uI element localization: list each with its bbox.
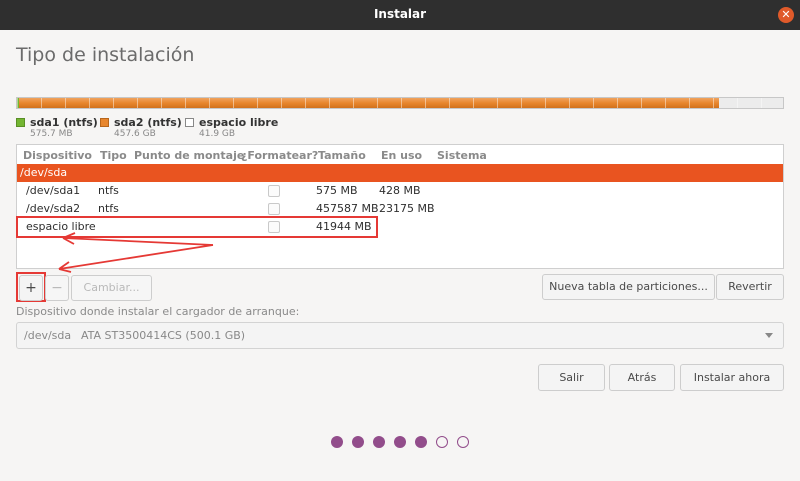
bootloader-device: /dev/sda (24, 329, 72, 342)
chevron-down-icon (765, 333, 773, 338)
arrow-to-add-button (58, 244, 214, 270)
progress-dot (373, 436, 385, 448)
quit-button[interactable]: Salir (538, 364, 605, 391)
back-button[interactable]: Atrás (609, 364, 675, 391)
remove-partition-button[interactable]: − (45, 275, 69, 301)
progress-dot (331, 436, 343, 448)
bootloader-label: Dispositivo donde instalar el cargador d… (16, 305, 300, 318)
arrow-to-free-space (62, 237, 214, 246)
bootloader-model: ATA ST3500414CS (500.1 GB) (81, 329, 246, 342)
install-now-button[interactable]: Instalar ahora (680, 364, 784, 391)
progress-dot (436, 436, 448, 448)
progress-dot (394, 436, 406, 448)
annotation-arrows (58, 232, 214, 273)
progress-dot (457, 436, 469, 448)
revert-button[interactable]: Revertir (716, 274, 784, 300)
bootloader-device-select[interactable]: /dev/sda ATA ST3500414CS (500.1 GB) (16, 322, 784, 349)
progress-dot (415, 436, 427, 448)
change-partition-button[interactable]: Cambiar... (71, 275, 152, 301)
progress-dot (352, 436, 364, 448)
add-partition-button[interactable]: + (19, 275, 43, 301)
new-partition-table-button[interactable]: Nueva tabla de particiones... (542, 274, 715, 300)
